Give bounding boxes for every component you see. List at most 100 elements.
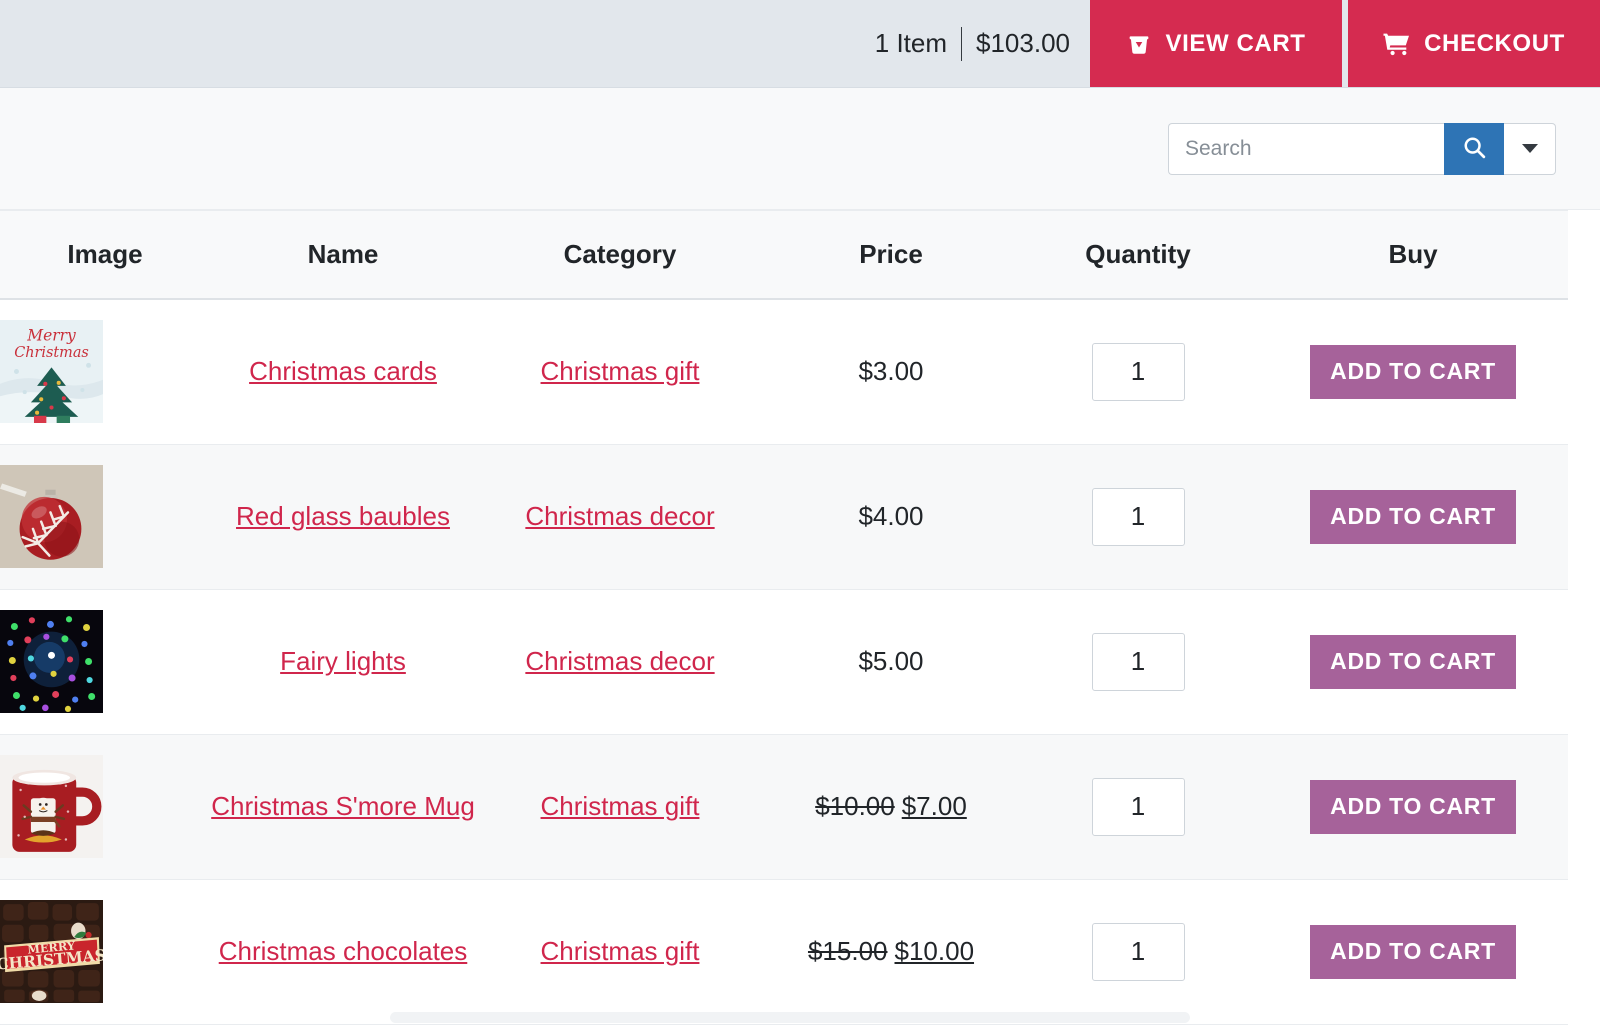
search-options-dropdown-button[interactable]	[1504, 122, 1556, 175]
chevron-down-icon	[1521, 144, 1538, 153]
search-group	[1168, 122, 1556, 175]
cell-quantity	[1018, 734, 1258, 880]
product-category-link[interactable]: Christmas decor	[525, 501, 714, 531]
horizontal-scrollbar-thumb[interactable]	[390, 1012, 1190, 1023]
price-wrapper: $10.00 $7.00	[815, 791, 967, 821]
products-table-container: Image Name Category Price Quantity Buy M…	[0, 210, 1568, 1025]
cell-buy: ADD TO CART	[1258, 444, 1568, 590]
christmas-cards-thumbnail[interactable]: Merry Christmas	[0, 320, 103, 424]
cell-price: $10.00 $7.00	[764, 734, 1018, 880]
cart-total-price: $103.00	[976, 28, 1070, 58]
table-row: Red glass baubles Christmas decor $4.00 …	[0, 444, 1568, 590]
cell-name: Christmas chocolates	[210, 879, 476, 1025]
basket-icon	[1126, 31, 1152, 57]
column-header-image: Image	[0, 210, 210, 300]
cell-buy: ADD TO CART	[1258, 734, 1568, 880]
add-to-cart-button[interactable]: ADD TO CART	[1310, 779, 1516, 834]
column-header-price: Price	[764, 210, 1018, 300]
christmas-chocolates-thumbnail[interactable]: MERRY CHRISTMAS	[0, 900, 103, 1003]
cart-summary: 1 Item $103.00	[875, 0, 1090, 87]
cell-image	[0, 734, 210, 880]
fairy-lights-thumbnail[interactable]	[0, 610, 103, 713]
shopping-cart-icon	[1383, 31, 1411, 57]
product-price: $3.00	[858, 356, 924, 387]
search-submit-button[interactable]	[1444, 122, 1504, 175]
product-name-link[interactable]: Christmas chocolates	[219, 936, 468, 966]
quantity-input[interactable]	[1091, 922, 1185, 981]
add-to-cart-button[interactable]: ADD TO CART	[1310, 924, 1516, 979]
cell-category: Christmas gift	[476, 734, 764, 880]
top-cart-bar: 1 Item $103.00 VIEW CART CHECKOUT	[0, 0, 1600, 88]
cell-price: $4.00	[764, 444, 1018, 590]
cell-name: Red glass baubles	[210, 444, 476, 590]
svg-text:Christmas: Christmas	[14, 345, 89, 361]
product-name-link[interactable]: Christmas cards	[249, 356, 437, 386]
cell-quantity	[1018, 444, 1258, 590]
product-price-discounted: $7.00	[901, 791, 967, 821]
price-wrapper: $15.00 $10.00	[808, 936, 974, 966]
price-wrapper: $5.00	[858, 646, 923, 676]
red-glass-baubles-thumbnail[interactable]	[0, 465, 103, 568]
cart-summary-divider	[961, 26, 963, 61]
cell-name: Christmas cards	[210, 299, 476, 445]
quantity-input[interactable]	[1091, 632, 1185, 691]
product-price: $5.00	[858, 646, 924, 676]
add-to-cart-button[interactable]: ADD TO CART	[1310, 344, 1516, 399]
column-header-quantity: Quantity	[1018, 210, 1258, 300]
cell-category: Christmas decor	[476, 444, 764, 590]
view-cart-label: VIEW CART	[1165, 29, 1306, 57]
product-category-link[interactable]: Christmas gift	[541, 791, 700, 821]
cell-buy: ADD TO CART	[1258, 879, 1568, 1025]
cell-image: MERRY CHRISTMAS	[0, 879, 210, 1025]
product-category-link[interactable]: Christmas gift	[541, 936, 700, 966]
view-cart-button[interactable]: VIEW CART	[1090, 0, 1342, 87]
column-header-buy: Buy	[1258, 210, 1568, 300]
product-price-discounted: $10.00	[894, 936, 975, 966]
product-name-link[interactable]: Red glass baubles	[236, 501, 450, 531]
quantity-input[interactable]	[1091, 342, 1185, 401]
cell-quantity	[1018, 879, 1258, 1025]
cell-price: $5.00	[764, 589, 1018, 735]
cell-buy: ADD TO CART	[1258, 299, 1568, 445]
horizontal-scrollbar[interactable]	[0, 1009, 1600, 1025]
cell-image: Merry Christmas	[0, 299, 210, 445]
products-table-head: Image Name Category Price Quantity Buy	[0, 210, 1568, 300]
search-bar-row	[0, 88, 1600, 210]
table-row: MERRY CHRISTMAS Christmas chocolates Chr…	[0, 879, 1568, 1025]
price-wrapper: $4.00	[858, 501, 923, 531]
price-wrapper: $3.00	[858, 356, 923, 386]
cell-name: Christmas S'more Mug	[210, 734, 476, 880]
cell-buy: ADD TO CART	[1258, 589, 1568, 735]
product-category-link[interactable]: Christmas decor	[525, 646, 714, 676]
products-table: Image Name Category Price Quantity Buy M…	[0, 210, 1568, 1025]
quantity-input[interactable]	[1091, 487, 1185, 546]
cell-price: $3.00	[764, 299, 1018, 445]
column-header-category: Category	[476, 210, 764, 300]
product-category-link[interactable]: Christmas gift	[541, 356, 700, 386]
quantity-input[interactable]	[1091, 777, 1185, 836]
product-name-link[interactable]: Fairy lights	[280, 646, 406, 676]
search-input[interactable]	[1168, 122, 1444, 175]
cell-category: Christmas gift	[476, 879, 764, 1025]
product-name-link[interactable]: Christmas S'more Mug	[211, 791, 475, 821]
checkout-label: CHECKOUT	[1424, 29, 1565, 57]
checkout-button[interactable]: CHECKOUT	[1348, 0, 1600, 87]
christmas-smore-mug-thumbnail[interactable]	[0, 755, 103, 858]
svg-text:Merry: Merry	[26, 327, 76, 345]
product-price-original: $15.00	[807, 936, 888, 966]
cell-price: $15.00 $10.00	[764, 879, 1018, 1025]
cell-category: Christmas gift	[476, 299, 764, 445]
add-to-cart-button[interactable]: ADD TO CART	[1310, 489, 1516, 544]
product-price-original: $10.00	[815, 791, 895, 821]
table-header-row: Image Name Category Price Quantity Buy	[0, 210, 1568, 300]
cell-image	[0, 444, 210, 590]
cell-category: Christmas decor	[476, 589, 764, 735]
table-row: Christmas S'more Mug Christmas gift $10.…	[0, 734, 1568, 880]
cart-item-count: 1 Item	[874, 28, 948, 58]
cell-quantity	[1018, 589, 1258, 735]
cell-image	[0, 589, 210, 735]
cell-name: Fairy lights	[210, 589, 476, 735]
cell-quantity	[1018, 299, 1258, 445]
add-to-cart-button[interactable]: ADD TO CART	[1310, 634, 1516, 689]
products-table-body: Merry Christmas Christmas cards Christma…	[0, 299, 1568, 1025]
